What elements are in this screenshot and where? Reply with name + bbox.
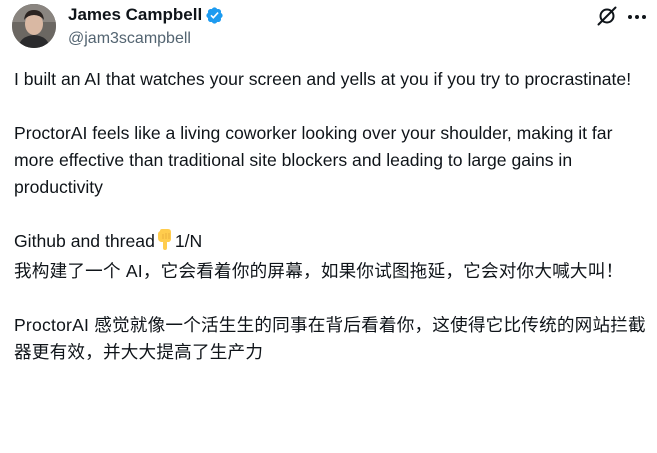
pointing-down-emoji-icon xyxy=(155,228,175,258)
tweet-paragraph-cn: 我构建了一个 AI，它会看着你的屏幕，如果你试图拖延，它会对你大喊大叫！ xyxy=(14,261,624,281)
more-horizontal-icon[interactable] xyxy=(626,12,648,22)
verified-badge-icon xyxy=(205,6,224,25)
tweet-body: I built an AI that watches your screen a… xyxy=(14,66,650,366)
author-name-row[interactable]: James Campbell xyxy=(68,5,224,25)
grok-icon[interactable] xyxy=(596,5,618,27)
thread-count: 1/N xyxy=(174,231,203,251)
avatar-photo-icon xyxy=(12,4,56,48)
tweet-paragraph: ProctorAI feels like a living coworker l… xyxy=(14,123,613,197)
tweet-paragraph-cn: ProctorAI 感觉就像一个活生生的同事在背后看着你，这使得它比传统的网站拦… xyxy=(14,315,646,362)
author-handle[interactable]: @jam3scampbell xyxy=(68,29,191,49)
github-thread-text: Github and thread xyxy=(14,231,155,251)
author-name[interactable]: James Campbell xyxy=(68,5,202,25)
tweet: James Campbell @jam3scampbell I built an… xyxy=(0,0,657,453)
tweet-paragraph: I built an AI that watches your screen a… xyxy=(14,69,632,89)
tweet-paragraph-github: Github and thread 1/N xyxy=(14,228,650,258)
avatar[interactable] xyxy=(12,4,56,48)
